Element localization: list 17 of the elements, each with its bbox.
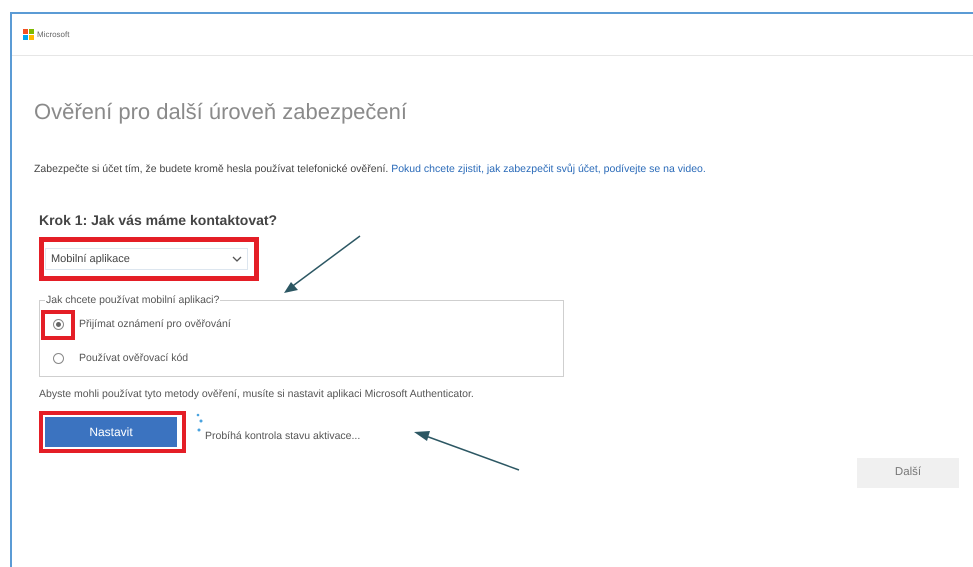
radio-button[interactable] (52, 319, 64, 330)
step-heading: Krok 1: Jak vás máme kontaktovat? (39, 210, 278, 230)
radio-label: Přijímat oznámení pro ověřování (79, 316, 231, 332)
radio-button[interactable] (52, 353, 64, 364)
brand-name: Microsoft (37, 28, 70, 40)
video-link[interactable]: Pokud chcete zjistit, jak zabezpečit svůj účet, podívejte se na video. (391, 163, 706, 175)
setup-note: Abyste mohli používat tyto metody ověření, musíte si nastavit aplikaci Microsoft Authenticator. (39, 386, 474, 402)
loading-spinner-icon (196, 412, 204, 434)
activation-status: Probíhá kontrola stavu aktivace... (205, 428, 360, 444)
page-title: Ověření pro další úroveň zabezpečení (34, 98, 408, 126)
logo-icon (23, 29, 34, 40)
chevron-icon (232, 256, 242, 262)
group-legend: Jak chcete používat mobilní aplikaci? (45, 292, 220, 308)
method-select[interactable]: Mobilní aplikace (45, 248, 248, 270)
intro-text: Zabezpečte si účet tím, že budete kromě hesla používat telefonické ověření. Pokud chcete zjistit, jak zabezpečit svůj účet, podívejte se na video. (34, 162, 706, 177)
radio-label: Používat ověřovací kód (79, 350, 188, 366)
setup-button[interactable]: Nastavit (45, 416, 177, 446)
